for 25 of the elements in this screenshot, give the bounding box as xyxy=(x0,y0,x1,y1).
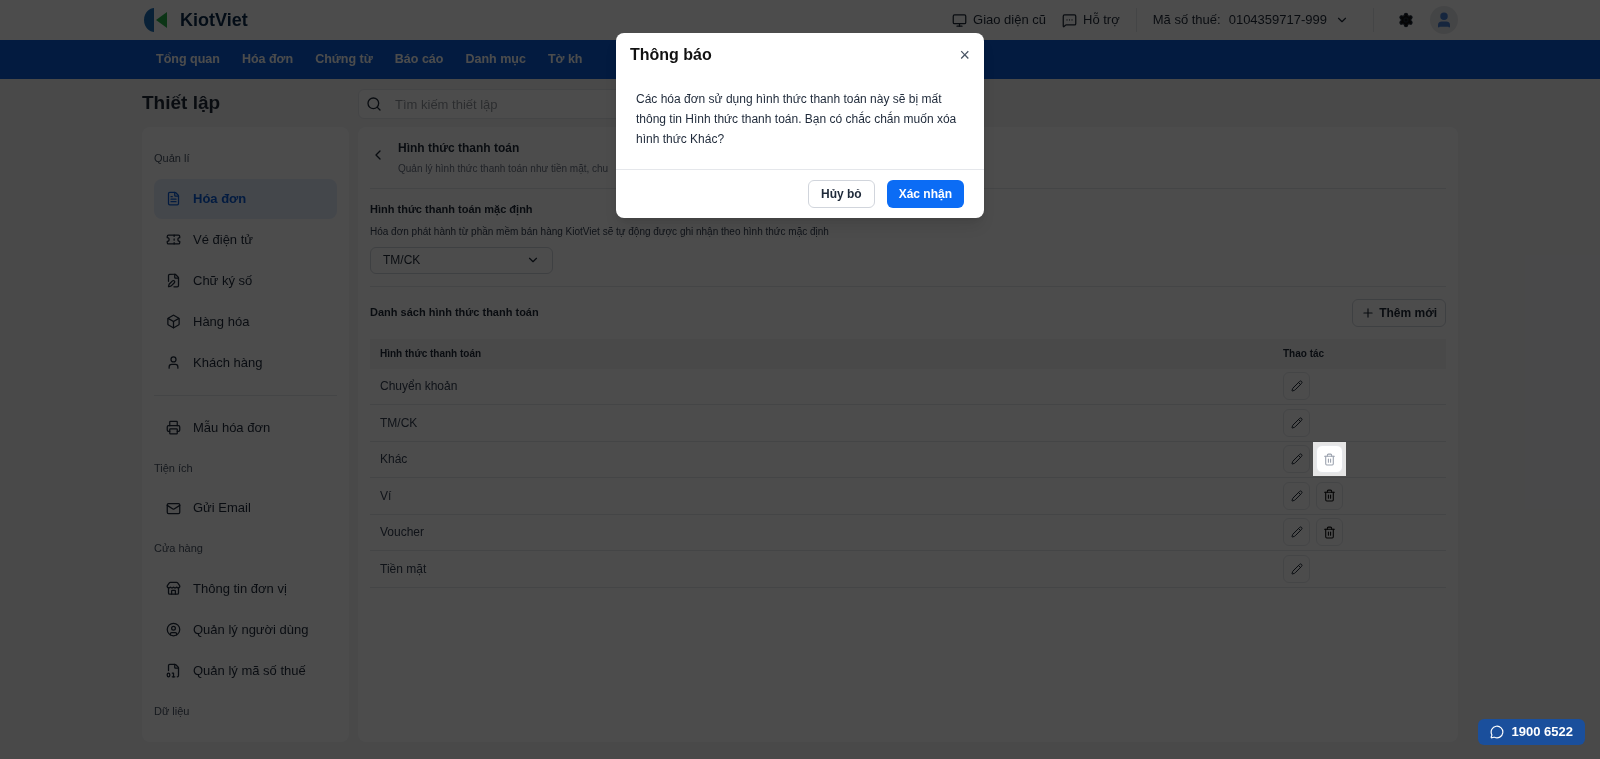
cancel-button[interactable]: Hủy bỏ xyxy=(807,180,875,208)
column-header: Thao tác xyxy=(1283,347,1326,361)
table-cell-text: Khác xyxy=(380,451,409,469)
table-cell-text: Voucher xyxy=(380,524,426,542)
dialog-title: Thông báo xyxy=(630,45,712,65)
nav-item[interactable]: Tổng quan xyxy=(156,50,220,69)
tax-label: Mã số thuế: xyxy=(1152,11,1221,30)
default-method-title: Hình thức thanh toán mặc định xyxy=(370,202,534,218)
table-cell-text: Ví xyxy=(380,487,393,505)
trash-icon xyxy=(1323,452,1336,466)
nav-item[interactable]: Danh mục xyxy=(465,50,526,69)
column-header: Hình thức thanh toán xyxy=(380,347,483,361)
chat-icon xyxy=(1489,725,1504,739)
page-title: Thiết lập xyxy=(142,91,222,115)
table-cell-text: TM/CK xyxy=(380,414,419,432)
list-title: Danh sách hình thức thanh toán xyxy=(370,305,539,321)
section-title: Hình thức thanh toán xyxy=(398,140,521,157)
confirm-button[interactable]: Xác nhận xyxy=(886,180,964,208)
nav-item[interactable]: Chứng từ xyxy=(315,50,373,69)
table-cell-text: Tiền mặt xyxy=(380,560,428,578)
brand-name: KiotViet xyxy=(180,8,248,32)
hotline-button[interactable]: 1900 6522 xyxy=(1477,719,1585,745)
close-button[interactable]: × xyxy=(959,46,970,64)
dialog-message: Các hóa đơn sử dụng hình thức thanh toán này sẽ bị mất thông tin Hình thức thanh toán. Bạn có chắc chắn muốn xóa hình thức Khác? xyxy=(635,91,958,148)
table-cell-text: Chuyển khoản xyxy=(380,378,459,396)
